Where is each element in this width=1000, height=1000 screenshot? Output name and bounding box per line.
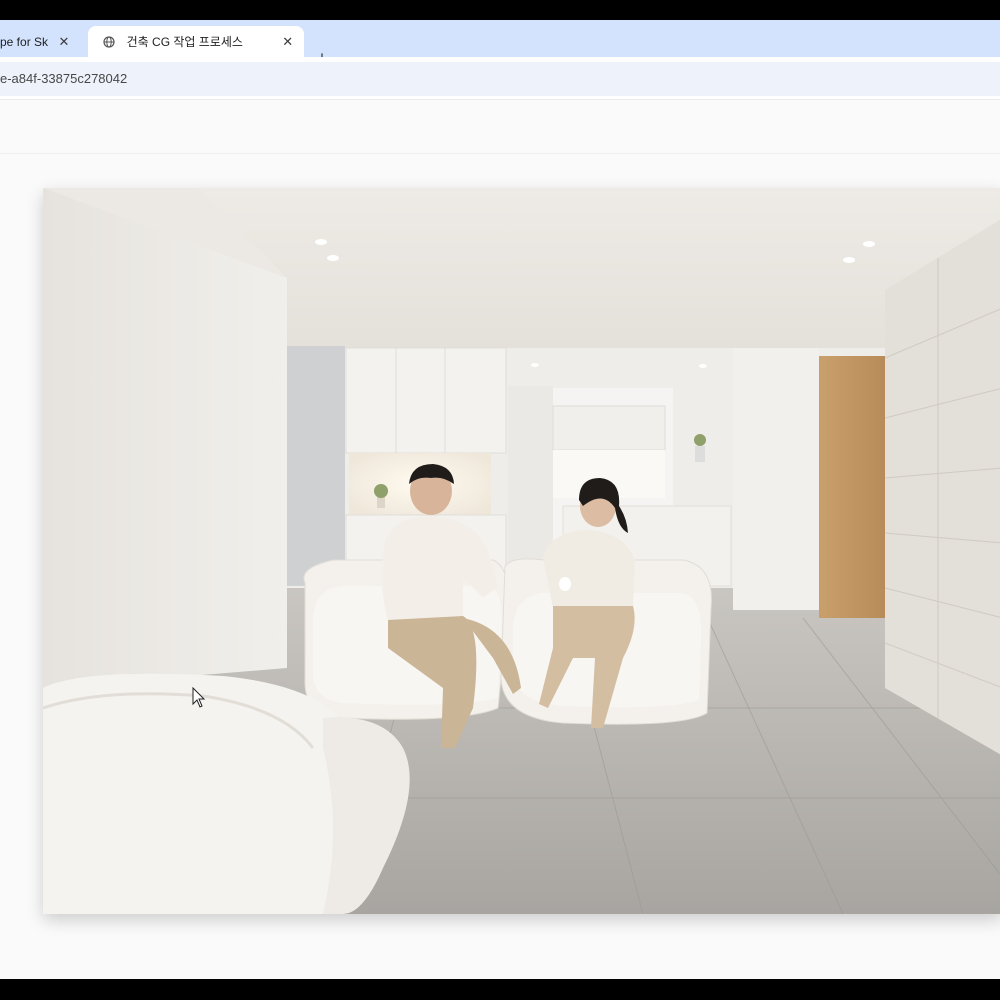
close-icon[interactable]: ✕ — [54, 34, 74, 50]
address-text[interactable]: e-a84f-33875c278042 — [0, 71, 127, 86]
tab-label: pe for Sket — [0, 34, 48, 49]
address-bar[interactable]: e-a84f-33875c278042 — [0, 62, 1000, 96]
browser-toolbar: e-a84f-33875c278042 — [0, 57, 1000, 99]
tab-sketch[interactable]: pe for Sket ✕ — [0, 26, 80, 57]
close-icon[interactable]: ✕ — [277, 34, 298, 50]
browser-tab-strip: pe for Sket ✕ 건축 CG 작업 프로세스 ✕ + — [0, 20, 1000, 68]
tab-label: 건축 CG 작업 프로세스 — [126, 35, 243, 49]
screen-bottom-edge — [0, 979, 1000, 1000]
page-content — [0, 99, 1000, 980]
tab-active-architecture-cg[interactable]: 건축 CG 작업 프로세스 ✕ — [88, 26, 304, 57]
screen-top-edge — [0, 0, 1000, 20]
globe-icon — [98, 35, 121, 48]
divider — [0, 153, 1000, 154]
interior-render-image — [43, 188, 1000, 914]
